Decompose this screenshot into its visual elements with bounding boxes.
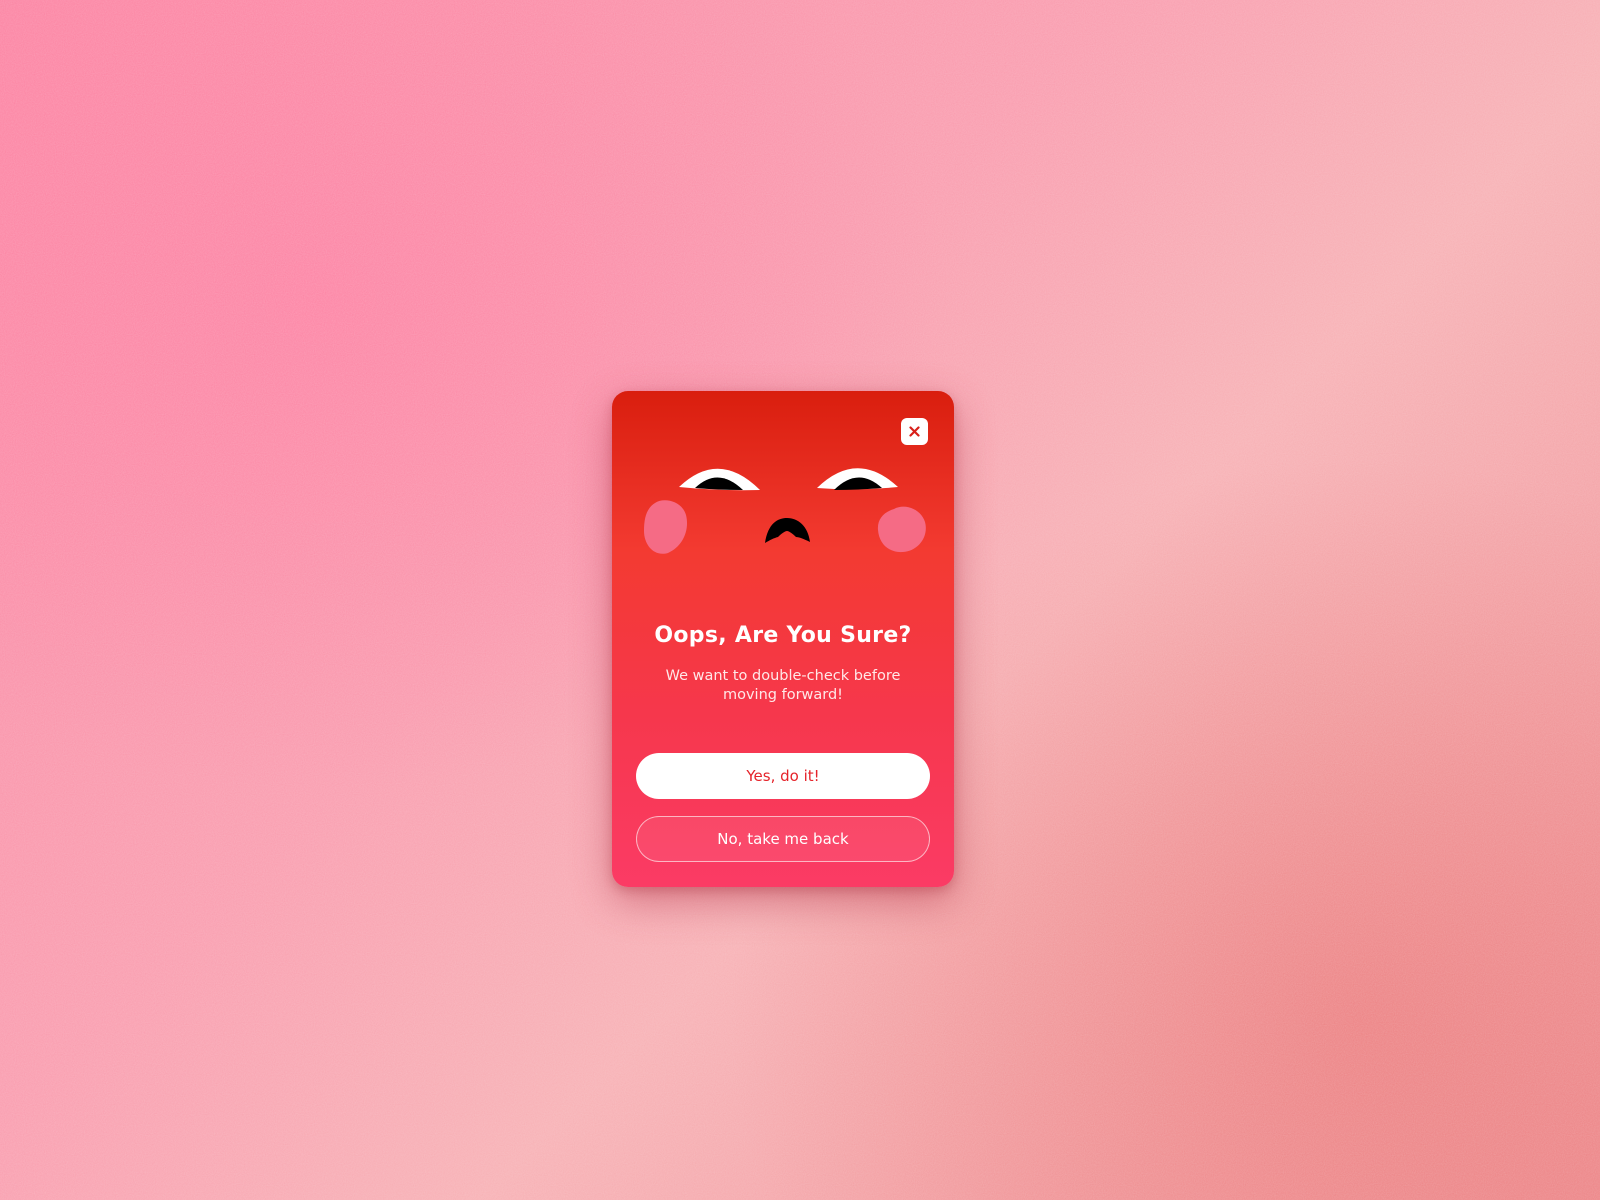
right-cheek-icon [877, 506, 926, 553]
right-eye-icon [817, 468, 898, 490]
cancel-button-label: No, take me back [717, 830, 849, 848]
sad-face-illustration [644, 468, 926, 554]
confirm-button-label: Yes, do it! [746, 767, 820, 785]
left-cheek-icon [644, 500, 688, 554]
left-eye-icon [679, 468, 760, 491]
frown-mouth-icon [765, 518, 810, 543]
confirm-button[interactable]: Yes, do it! [636, 753, 930, 799]
dialog-message: We want to double-check before moving fo… [665, 668, 901, 703]
dialog-title: Oops, Are You Sure? [654, 623, 912, 648]
confirmation-dialog: Oops, Are You Sure? We want to double-ch… [612, 391, 954, 887]
cancel-button[interactable]: No, take me back [636, 816, 930, 862]
